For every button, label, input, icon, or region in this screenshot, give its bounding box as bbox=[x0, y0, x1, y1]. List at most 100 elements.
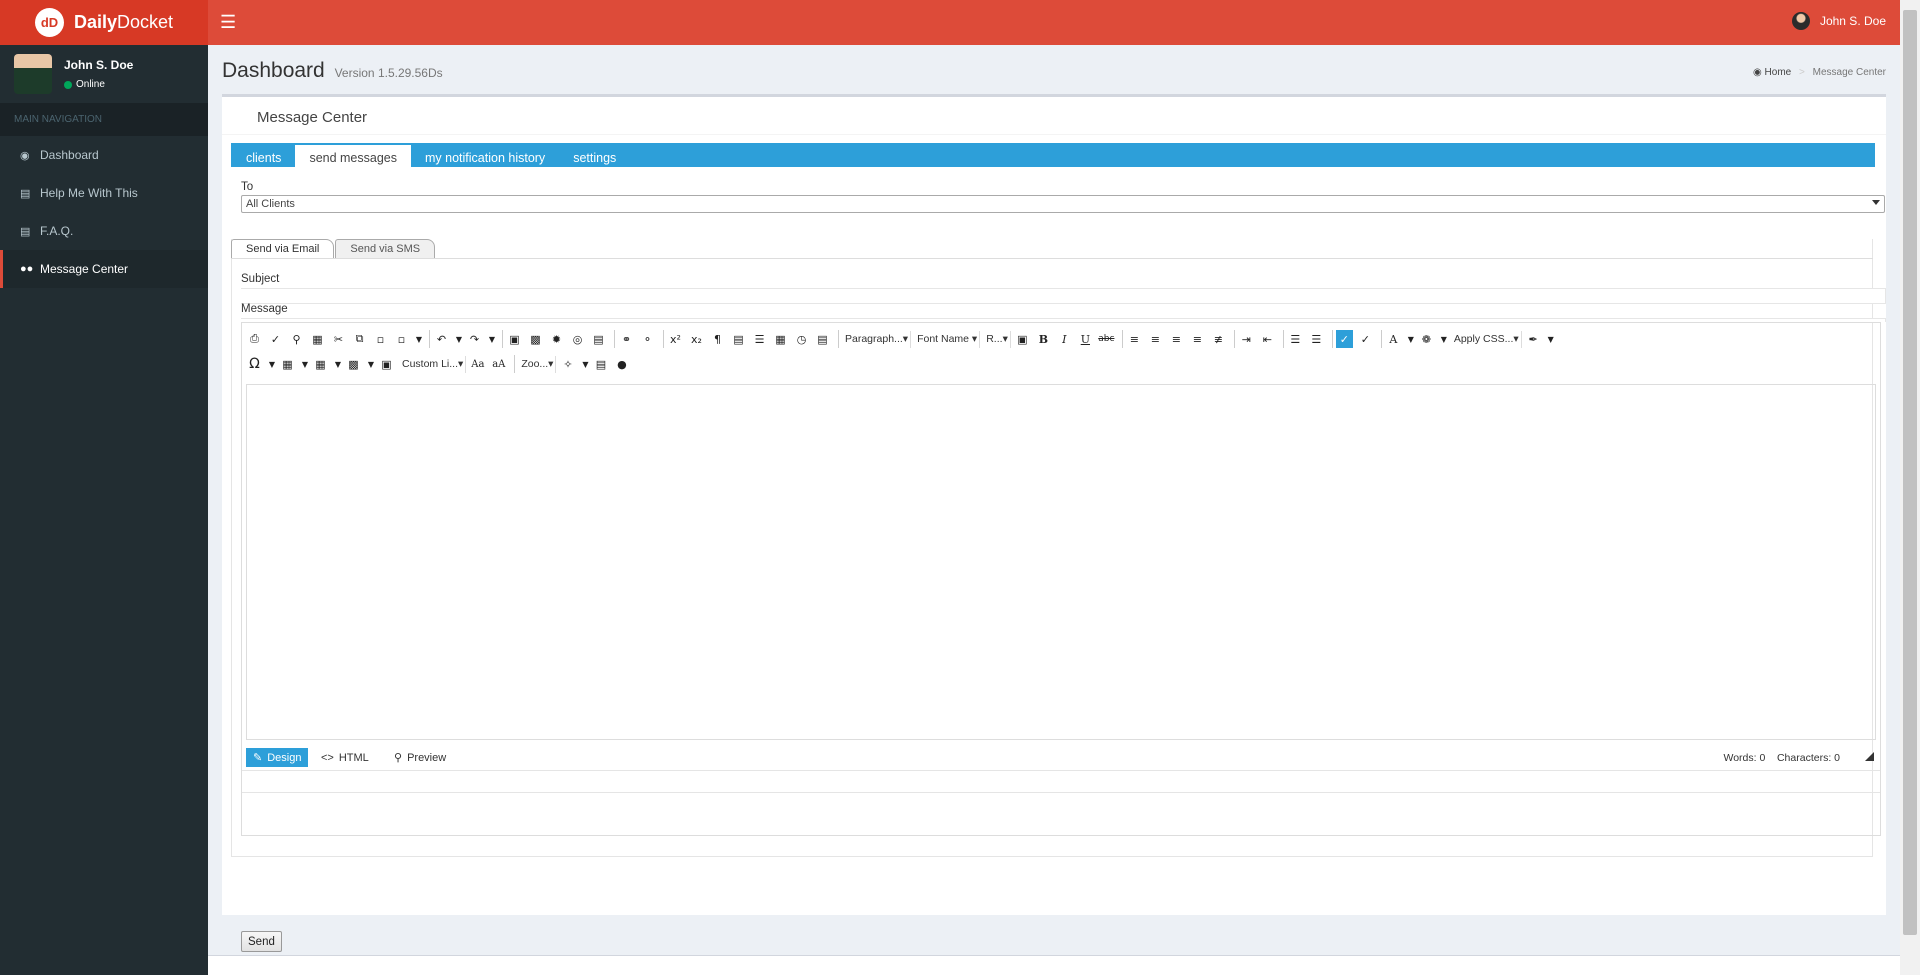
user-menu[interactable]: John S. Doe bbox=[1791, 12, 1886, 30]
media-icon[interactable]: ◎ bbox=[569, 330, 586, 348]
chevron-down-icon[interactable]: ▼ bbox=[1546, 330, 1556, 348]
format-stripper-icon[interactable]: ✒ bbox=[1525, 330, 1542, 348]
app-logo[interactable]: dD Daily Docket bbox=[0, 0, 208, 45]
chevron-down-icon[interactable]: ▼ bbox=[454, 330, 464, 348]
chevron-down-icon[interactable]: ▼ bbox=[580, 355, 590, 373]
remove-alignment-icon[interactable]: ≢ bbox=[1210, 330, 1227, 348]
chevron-down-icon[interactable]: ▼ bbox=[414, 330, 424, 348]
symbol-icon[interactable]: ▩ bbox=[345, 355, 362, 373]
paste-options-icon[interactable]: ▫ bbox=[393, 330, 410, 348]
tab-settings[interactable]: settings bbox=[559, 145, 630, 167]
font-name-dropdown[interactable]: Font Name ▾ bbox=[914, 330, 981, 348]
insert-image-icon[interactable]: ▣ bbox=[378, 355, 395, 373]
design-mode-button[interactable]: ✎ Design bbox=[246, 748, 309, 767]
spellcheck-icon[interactable]: ✓ bbox=[267, 330, 284, 348]
insert-table-icon[interactable]: ▦ bbox=[279, 355, 296, 373]
users-icon: ●● bbox=[20, 263, 34, 275]
image-manager-icon[interactable]: ▣ bbox=[1014, 330, 1031, 348]
undo-icon[interactable]: ↶ bbox=[433, 330, 450, 348]
paragraph-dropdown[interactable]: Paragraph...▾ bbox=[842, 330, 912, 348]
select-all-icon[interactable]: ▦ bbox=[309, 330, 326, 348]
bold-icon[interactable]: B bbox=[1035, 330, 1052, 348]
scrollbar-thumb[interactable] bbox=[1903, 10, 1917, 935]
special-characters-icon[interactable]: Ω bbox=[246, 355, 263, 373]
chevron-down-icon[interactable]: ▼ bbox=[487, 330, 497, 348]
highlight-color-icon[interactable]: ❁ bbox=[1418, 330, 1435, 348]
insert-date-icon[interactable]: ▦ bbox=[772, 330, 789, 348]
image-icon[interactable]: ▣ bbox=[506, 330, 523, 348]
paragraph-dropdown-label: Paragraph... bbox=[845, 332, 903, 345]
justify-icon[interactable]: ≡ bbox=[1189, 330, 1206, 348]
sidebar-item-help[interactable]: ▤ Help Me With This bbox=[0, 174, 208, 212]
vertical-scrollbar[interactable] bbox=[1900, 0, 1920, 975]
insert-time-icon[interactable]: ◷ bbox=[793, 330, 810, 348]
dashboard-icon: ◉ bbox=[20, 149, 30, 162]
sidebar-item-faq[interactable]: ▤ F.A.Q. bbox=[0, 212, 208, 250]
find-icon[interactable]: ⚲ bbox=[288, 330, 305, 348]
align-right-icon[interactable]: ≡ bbox=[1168, 330, 1185, 348]
align-text-icon[interactable]: ☰ bbox=[751, 330, 768, 348]
chevron-down-icon[interactable]: ▼ bbox=[1406, 330, 1416, 348]
font-size-dropdown-label: R... bbox=[986, 332, 1003, 345]
editor-toolbar-row-1: ⎙ ✓ ⚲ ▦ ✂ ⧉ ▫ ▫ ▼ ↶ ▼ ↷ ▼ ▣ ▩ ✹ ◎ ▤ ⚭ ⚬ … bbox=[246, 328, 1558, 350]
bullet-list-icon[interactable]: ☰ bbox=[1308, 330, 1325, 348]
document-icon[interactable]: ▤ bbox=[590, 330, 607, 348]
apply-css-dropdown[interactable]: Apply CSS...▾ bbox=[1451, 330, 1522, 348]
unlink-icon[interactable]: ⚬ bbox=[639, 330, 656, 348]
indent-icon[interactable]: ⇥ bbox=[1238, 330, 1255, 348]
align-center-icon[interactable]: ≡ bbox=[1147, 330, 1164, 348]
modules-icon[interactable]: ✧ bbox=[559, 355, 576, 373]
tab-clients[interactable]: clients bbox=[232, 145, 295, 167]
resize-handle-icon[interactable] bbox=[1865, 752, 1874, 761]
chevron-down-icon[interactable]: ▼ bbox=[1439, 330, 1449, 348]
chevron-down-icon[interactable]: ▼ bbox=[366, 355, 376, 373]
link-icon[interactable]: ⚭ bbox=[618, 330, 635, 348]
custom-links-dropdown[interactable]: Custom Li...▾ bbox=[399, 355, 467, 373]
image-map-icon[interactable]: ▩ bbox=[527, 330, 544, 348]
font-size-dropdown[interactable]: R...▾ bbox=[983, 330, 1011, 348]
template-icon[interactable]: ▤ bbox=[730, 330, 747, 348]
uppercase-icon[interactable]: aA bbox=[490, 355, 507, 373]
font-color-icon[interactable]: A bbox=[1385, 330, 1402, 348]
about-icon[interactable]: ● bbox=[613, 355, 630, 373]
paragraph-mark-icon[interactable]: ¶ bbox=[709, 330, 726, 348]
sidebar-item-dashboard[interactable]: ◉ Dashboard bbox=[0, 136, 208, 174]
chevron-down-icon[interactable]: ▼ bbox=[300, 355, 310, 373]
flash-icon[interactable]: ✹ bbox=[548, 330, 565, 348]
table-layout-icon[interactable]: ▦ bbox=[312, 355, 329, 373]
outdent-icon[interactable]: ⇤ bbox=[1259, 330, 1276, 348]
redo-icon[interactable]: ↷ bbox=[466, 330, 483, 348]
breadcrumb-home[interactable]: Home bbox=[1765, 67, 1792, 78]
italic-icon[interactable]: I bbox=[1056, 330, 1073, 348]
tab-send-via-email[interactable]: Send via Email bbox=[231, 239, 335, 258]
paste-icon[interactable]: ▫ bbox=[372, 330, 389, 348]
html-mode-button[interactable]: <> HTML bbox=[314, 748, 376, 767]
lowercase-icon[interactable]: Aa bbox=[469, 355, 486, 373]
form-icon[interactable]: ▤ bbox=[814, 330, 831, 348]
message-editor-area[interactable] bbox=[246, 384, 1876, 740]
xhtml-validator-icon[interactable]: ✓ bbox=[1335, 330, 1353, 348]
preview-mode-button[interactable]: ⚲ Preview bbox=[387, 748, 453, 767]
print-icon[interactable]: ⎙ bbox=[246, 330, 263, 348]
recipient-select[interactable]: All Clients bbox=[241, 195, 1885, 213]
tab-send-via-sms[interactable]: Send via SMS bbox=[335, 239, 436, 258]
subject-input[interactable] bbox=[241, 288, 1886, 304]
chevron-down-icon[interactable]: ▼ bbox=[333, 355, 343, 373]
tab-notification-history[interactable]: my notification history bbox=[411, 145, 559, 167]
preview-screen-icon[interactable]: ▤ bbox=[592, 355, 609, 373]
underline-icon[interactable]: U bbox=[1077, 330, 1094, 348]
strikethrough-icon[interactable]: abc bbox=[1098, 330, 1115, 348]
chevron-down-icon[interactable]: ▼ bbox=[267, 355, 277, 373]
track-changes-icon[interactable]: ✓ bbox=[1357, 330, 1374, 348]
cut-icon[interactable]: ✂ bbox=[330, 330, 347, 348]
subscript-icon[interactable]: x₂ bbox=[688, 330, 705, 348]
hamburger-icon[interactable]: ☰ bbox=[220, 12, 236, 33]
superscript-icon[interactable]: x² bbox=[667, 330, 684, 348]
zoom-dropdown[interactable]: Zoo...▾ bbox=[518, 355, 557, 373]
send-button[interactable]: Send bbox=[241, 931, 282, 952]
copy-icon[interactable]: ⧉ bbox=[351, 330, 368, 348]
align-left-icon[interactable]: ≡ bbox=[1126, 330, 1143, 348]
tab-send-messages[interactable]: send messages bbox=[295, 145, 411, 167]
sidebar-item-message-center[interactable]: ●● Message Center bbox=[0, 250, 208, 288]
numbered-list-icon[interactable]: ☰ bbox=[1287, 330, 1304, 348]
